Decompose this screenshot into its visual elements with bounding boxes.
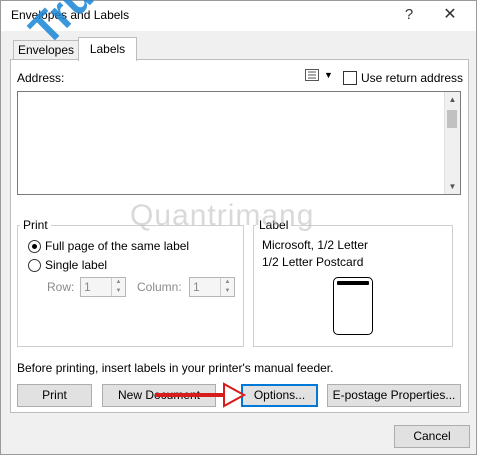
tab-labels[interactable]: Labels (78, 37, 137, 61)
quantrimang-watermark: Quantrimang (130, 199, 315, 232)
